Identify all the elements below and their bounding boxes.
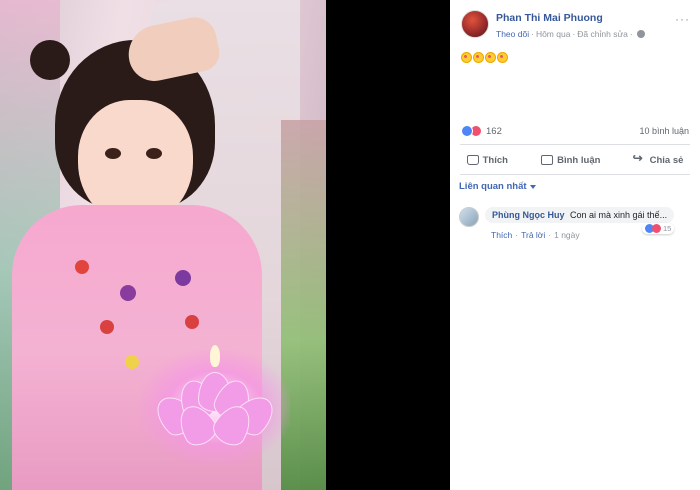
comment-like-link[interactable]: Thích [491,230,512,240]
like-reaction-icon [461,125,473,137]
photo-hoodie-flower [100,320,114,334]
more-options-icon[interactable]: ··· [675,12,690,26]
kiss-emoji-icon [461,52,472,63]
comment-reactions[interactable]: 15 [642,223,675,234]
author-avatar[interactable] [461,10,489,38]
divider [460,144,690,145]
kiss-emoji-icon [497,52,508,63]
post-content [461,52,508,63]
kiss-emoji-icon [473,52,484,63]
post-actions: Thích Bình luận Chia sẻ [450,149,700,171]
comment-reaction-count: 15 [663,224,672,233]
comment-button[interactable]: Bình luận [541,155,600,166]
post-header: Phan Thi Mai Phuong Theo dõi · Hôm qua ·… [450,0,700,48]
photo-hoodie-flower [75,260,89,274]
comment-time[interactable]: 1 ngày [554,230,580,240]
photo-hoodie-flower [185,315,199,329]
commenter-name[interactable]: Phùng Ngọc Huy [492,210,565,220]
share-button[interactable]: Chia sẻ [633,151,684,166]
meta-separator: · [531,29,534,39]
comment-reply-link[interactable]: Trả lời [521,230,545,240]
comment-actions: Thích · Trả lời · 1 ngày [491,230,580,240]
comment-button-label: Bình luận [557,154,601,166]
reaction-summary[interactable]: 162 [461,125,502,137]
reaction-count: 162 [486,125,502,137]
globe-icon[interactable] [636,30,645,38]
comment-sort-dropdown[interactable]: Liên quan nhất [459,181,536,192]
author-name[interactable]: Phan Thi Mai Phuong [496,12,603,24]
love-reaction-icon [652,224,661,233]
comment-count[interactable]: 10 bình luận [639,126,689,136]
divider [460,174,690,175]
photo-child-hair-bun [30,40,70,80]
comment-bubble: Phùng Ngọc Huy Con ai mà xinh gái thế... [485,207,675,223]
photo-child-eye-right [146,148,162,159]
commenter-avatar[interactable] [459,207,479,227]
facebook-photo-viewer: Phan Thi Mai Phuong Theo dõi · Hôm qua ·… [0,0,700,490]
post-time[interactable]: Hôm qua [536,29,571,39]
post-meta: Theo dõi · Hôm qua · Đã chỉnh sửa · [496,29,645,39]
meta-separator: · [572,29,576,39]
like-button[interactable]: Thích [466,154,508,166]
post-details-panel: Phan Thi Mai Phuong Theo dõi · Hôm qua ·… [450,0,700,490]
thumbs-up-icon [466,155,479,165]
photo-child-eye-left [105,148,121,159]
comment-bubble-icon [541,155,554,165]
photo-hoodie-flower [125,355,139,369]
sort-label: Liên quan nhất [459,181,527,192]
caret-down-icon [529,184,536,189]
share-button-label: Chia sẻ [649,154,684,166]
kiss-emoji-icon [485,52,496,63]
meta-separator: · [629,29,633,39]
edited-label[interactable]: Đã chỉnh sửa [577,29,628,39]
like-button-label: Thích [482,154,508,166]
follow-link[interactable]: Theo dõi [496,29,529,39]
photo-hoodie-flower [120,285,136,301]
share-arrow-icon [633,151,646,165]
post-photo[interactable] [0,0,326,490]
photo-hoodie-flower [175,270,191,286]
meta-separator: · [515,230,519,240]
photo-lotus-lamp [140,345,290,465]
comment-text: Con ai mà xinh gái thế... [570,210,668,220]
meta-separator: · [548,230,552,240]
